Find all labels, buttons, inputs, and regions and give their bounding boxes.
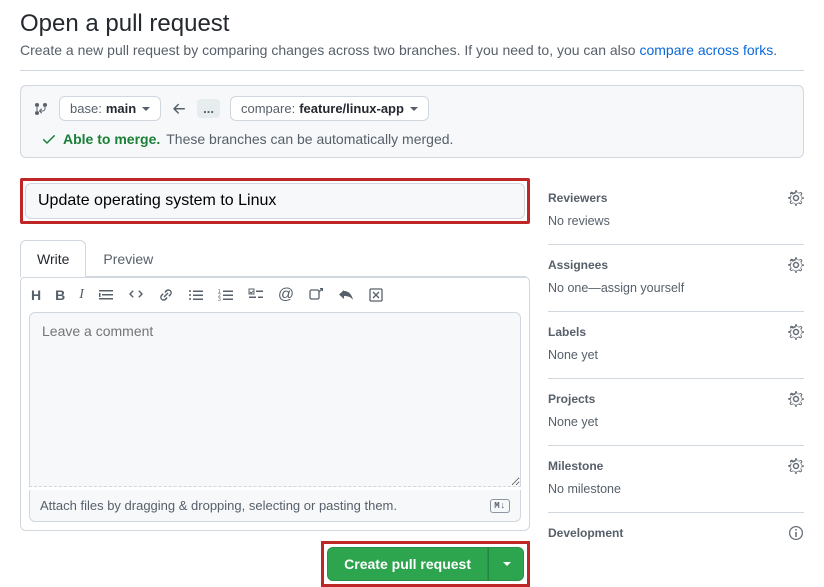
markdown-toolbar: H B I 123 @	[21, 277, 529, 312]
link-icon[interactable]	[158, 287, 174, 303]
caret-down-icon	[142, 107, 150, 111]
create-highlight: Create pull request	[321, 541, 530, 587]
assignees-label: Assignees	[548, 258, 608, 272]
reviewers-value: No reviews	[548, 214, 804, 228]
ellipsis-button[interactable]: ...	[197, 99, 220, 118]
unordered-list-icon[interactable]	[188, 287, 204, 303]
page-title: Open a pull request	[20, 10, 804, 38]
create-pull-request-dropdown[interactable]	[488, 547, 524, 581]
compare-forks-link[interactable]: compare across forks	[639, 42, 773, 58]
caret-down-icon	[410, 107, 418, 111]
reply-icon[interactable]	[338, 287, 354, 303]
divider	[20, 70, 804, 71]
markdown-badge-icon[interactable]: M↓	[490, 499, 510, 513]
attach-hint[interactable]: Attach files by dragging & dropping, sel…	[29, 490, 521, 522]
projects-value: None yet	[548, 415, 804, 429]
gear-icon[interactable]	[788, 257, 804, 273]
mention-icon[interactable]: @	[278, 286, 294, 304]
projects-section: Projects None yet	[548, 379, 804, 446]
reviewers-label: Reviewers	[548, 191, 607, 205]
assignees-section: Assignees No one—assign yourself	[548, 245, 804, 312]
gear-icon[interactable]	[788, 324, 804, 340]
assign-yourself-link[interactable]: assign yourself	[601, 281, 684, 295]
milestone-section: Milestone No milestone	[548, 446, 804, 513]
cross-reference-icon[interactable]	[308, 287, 324, 303]
assignees-value: No one—assign yourself	[548, 281, 804, 295]
tab-preview[interactable]: Preview	[86, 240, 170, 277]
ordered-list-icon[interactable]: 123	[218, 287, 234, 303]
info-icon[interactable]	[788, 525, 804, 541]
caret-down-icon	[503, 562, 511, 566]
tab-write[interactable]: Write	[20, 240, 86, 277]
labels-label: Labels	[548, 325, 586, 339]
milestone-label: Milestone	[548, 459, 603, 473]
bold-icon[interactable]: B	[55, 287, 65, 303]
italic-icon[interactable]: I	[79, 287, 84, 303]
heading-icon[interactable]: H	[31, 287, 41, 303]
git-compare-icon	[33, 101, 49, 117]
development-label: Development	[548, 526, 623, 540]
gear-icon[interactable]	[788, 391, 804, 407]
compare-bar: base: main ... compare: feature/linux-ap…	[20, 85, 804, 158]
svg-text:3: 3	[218, 297, 221, 303]
saved-reply-icon[interactable]	[368, 287, 384, 303]
labels-section: Labels None yet	[548, 312, 804, 379]
code-icon[interactable]	[128, 287, 144, 303]
gear-icon[interactable]	[788, 458, 804, 474]
check-icon	[41, 131, 57, 147]
compare-branch-select[interactable]: compare: feature/linux-app	[230, 96, 429, 121]
merge-status: Able to merge. These branches can be aut…	[41, 131, 453, 147]
pr-title-input[interactable]	[25, 183, 525, 219]
base-branch-select[interactable]: base: main	[59, 96, 161, 121]
development-section: Development	[548, 513, 804, 541]
title-highlight	[20, 178, 530, 224]
comment-box: H B I 123 @ Attach files by dragging & d…	[20, 276, 530, 531]
milestone-value: No milestone	[548, 482, 804, 496]
comment-tabs: Write Preview	[20, 240, 530, 277]
projects-label: Projects	[548, 392, 595, 406]
create-pull-request-button[interactable]: Create pull request	[327, 547, 488, 581]
gear-icon[interactable]	[788, 190, 804, 206]
tasklist-icon[interactable]	[248, 287, 264, 303]
labels-value: None yet	[548, 348, 804, 362]
quote-icon[interactable]	[98, 287, 114, 303]
page-subtitle: Create a new pull request by comparing c…	[20, 42, 804, 58]
reviewers-section: Reviewers No reviews	[548, 178, 804, 245]
arrow-left-icon	[171, 101, 187, 117]
comment-textarea[interactable]	[29, 312, 521, 487]
